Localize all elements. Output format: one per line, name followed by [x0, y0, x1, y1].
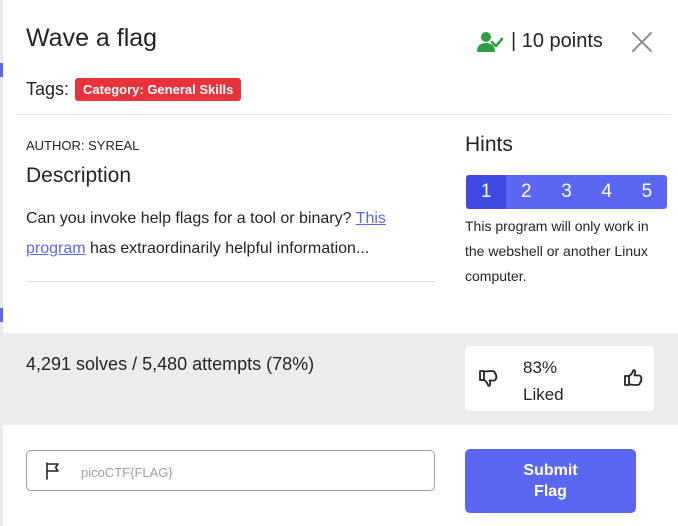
hint-tab-1[interactable]: 1: [466, 175, 507, 209]
description-text-after: has extraordinarily helpful information.…: [85, 240, 370, 257]
points-label: | 10 points: [511, 30, 603, 52]
like-card: 83% Liked: [465, 346, 654, 411]
description-text-before: Can you invoke help flags for a tool or …: [26, 210, 356, 227]
description-text: Can you invoke help flags for a tool or …: [26, 204, 436, 264]
flag-input[interactable]: [79, 459, 423, 485]
author-label: AUTHOR: SYREAL: [26, 138, 140, 153]
tags-row: Tags: Category: General Skills: [26, 78, 242, 101]
tags-label: Tags:: [26, 79, 70, 99]
close-button[interactable]: [630, 30, 654, 54]
user-check-icon: [477, 31, 504, 53]
description-divider: [26, 281, 436, 282]
hint-text: This program will only work in the websh…: [465, 218, 649, 284]
submit-label-line1: Submit: [523, 462, 578, 479]
flag-input-wrapper[interactable]: [26, 450, 435, 491]
hint-tabs: 1 2 3 4 5: [466, 175, 667, 209]
challenge-title: Wave a flag: [26, 24, 158, 52]
left-edge-marker: [0, 308, 3, 322]
hint-tab-2[interactable]: 2: [506, 175, 546, 209]
left-edge-marker: [0, 63, 3, 77]
thumbs-down-icon: [479, 370, 498, 387]
liked-percent-value: 83%: [523, 358, 558, 377]
hints-heading: Hints: [465, 133, 513, 156]
hint-tab-3[interactable]: 3: [546, 175, 586, 209]
submit-flag-button[interactable]: Submit Flag: [465, 449, 636, 513]
solves-count: 4,291 solves / 5,480 attempts (78%): [26, 354, 315, 374]
challenge-modal: Wave a flag | 10 points Tags: Category: …: [0, 0, 678, 526]
points-group: | 10 points: [477, 30, 603, 53]
hint-tab-4[interactable]: 4: [587, 175, 627, 209]
thumbs-down-button[interactable]: [478, 368, 498, 388]
description-heading: Description: [26, 164, 132, 187]
liked-percentage: 83% Liked: [523, 354, 564, 408]
thumbs-up-icon: [624, 369, 643, 386]
thumbs-up-button[interactable]: [623, 368, 643, 388]
left-edge-strip: [0, 0, 3, 526]
category-tag[interactable]: Category: General Skills: [75, 78, 242, 101]
liked-label: Liked: [523, 385, 564, 404]
header-divider: [16, 114, 670, 115]
close-icon: [632, 32, 652, 52]
submit-label-line2: Flag: [534, 483, 567, 500]
hint-tab-5[interactable]: 5: [627, 175, 667, 209]
flag-icon: [44, 462, 62, 480]
